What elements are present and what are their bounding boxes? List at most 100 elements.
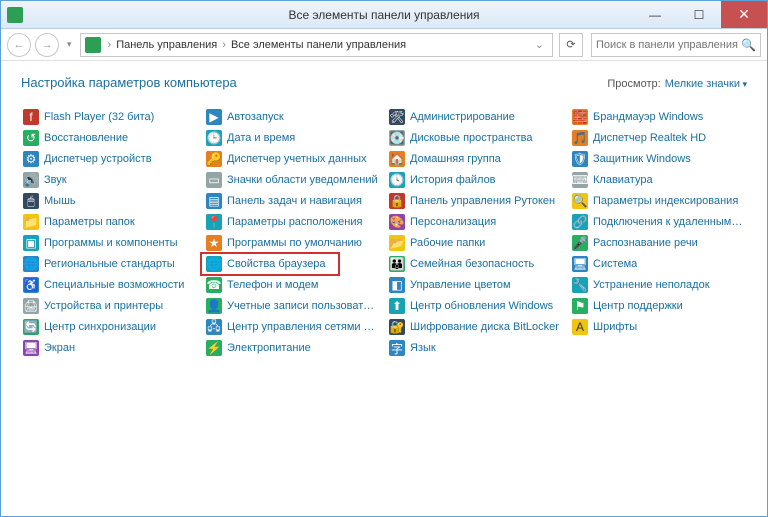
control-panel-item[interactable]: 👪Семейная безопасность	[387, 255, 564, 273]
control-panel-item[interactable]: 🎨Персонализация	[387, 213, 564, 231]
control-panel-item[interactable]: 🔒Панель управления Рутокен	[387, 192, 564, 210]
control-panel-item[interactable]: 👤Учетные записи пользователей	[204, 297, 381, 315]
address-bar[interactable]: › Панель управления › Все элементы панел…	[80, 33, 553, 57]
control-panel-item[interactable]: 📂Рабочие папки	[387, 234, 564, 252]
control-panel-item[interactable]: 🌐Свойства браузера	[204, 255, 381, 273]
item-label: Центр обновления Windows	[410, 300, 553, 312]
control-panel-item[interactable]: 🔐Шифрование диска BitLocker	[387, 318, 564, 336]
item-label: Устройства и принтеры	[44, 300, 163, 312]
item-icon: 🔒	[389, 193, 405, 209]
item-label: Система	[593, 258, 637, 270]
item-label: Параметры расположения	[227, 216, 362, 228]
item-icon: 🔊	[23, 172, 39, 188]
search-input[interactable]	[596, 39, 741, 51]
maximize-button[interactable]: ☐	[677, 1, 721, 28]
control-panel-item[interactable]: 📍Параметры расположения	[204, 213, 381, 231]
back-button[interactable]: ←	[7, 33, 31, 57]
item-label: Диспетчер учетных данных	[227, 153, 367, 165]
control-panel-item[interactable]: 🖥Система	[570, 255, 747, 273]
control-panel-item[interactable]: 🔑 Диспетчер учетных данных	[204, 150, 381, 168]
window-controls: — ☐ ✕	[633, 1, 767, 28]
control-panel-item[interactable]: 📁Параметры папок	[21, 213, 198, 231]
item-label: Дисковые пространства	[410, 132, 533, 144]
control-panel-item[interactable]: ☎Телефон и модем	[204, 276, 381, 294]
item-icon: 🌐	[23, 256, 39, 272]
page-title: Настройка параметров компьютера	[21, 75, 237, 90]
view-label: Просмотр:	[607, 78, 660, 90]
search-icon: 🔍	[741, 38, 756, 52]
control-panel-item[interactable]: 🎵 Диспетчер Realtek HD	[570, 129, 747, 147]
control-panel-item[interactable]: ↺Восстановление	[21, 129, 198, 147]
control-panel-item[interactable]: ⌨Клавиатура	[570, 171, 747, 189]
control-panel-item[interactable]: ⚙Диспетчер устройств	[21, 150, 198, 168]
item-label: Программы и компоненты	[44, 237, 178, 249]
control-panel-item[interactable]: 🏠Домашняя группа	[387, 150, 564, 168]
control-panel-item[interactable]: 🔄Центр синхронизации	[21, 318, 198, 336]
item-label: Автозапуск	[227, 111, 284, 123]
control-panel-item[interactable]: 🔗Подключения к удаленным рабоч…	[570, 213, 747, 231]
item-label: Брандмауэр Windows	[593, 111, 703, 123]
control-panel-item[interactable]: ◧Управление цветом	[387, 276, 564, 294]
control-panel-item[interactable]: 🎤Распознавание речи	[570, 234, 747, 252]
item-icon: ↺	[23, 130, 39, 146]
control-panel-item[interactable]: 🛠Администрирование	[387, 108, 564, 126]
control-panel-item[interactable]: ★Программы по умолчанию	[204, 234, 381, 252]
control-panel-item[interactable]: ⚑Центр поддержки	[570, 297, 747, 315]
item-label: Дата и время	[227, 132, 295, 144]
control-panel-item[interactable]: 🖧Центр управления сетями и общи…	[204, 318, 381, 336]
history-dropdown-icon[interactable]: ▾	[63, 39, 76, 50]
refresh-button[interactable]: ⟳	[559, 33, 583, 57]
control-panel-item[interactable]: 🌐 Региональные стандарты	[21, 255, 198, 273]
minimize-button[interactable]: —	[633, 1, 677, 28]
item-icon: 🎵	[572, 130, 588, 146]
control-panel-item[interactable]: 🖥Экран	[21, 339, 198, 357]
item-label: Программы по умолчанию	[227, 237, 362, 249]
item-icon: 💽	[389, 130, 405, 146]
control-panel-item[interactable]: 🔍Параметры индексирования	[570, 192, 747, 210]
item-icon: 🎨	[389, 214, 405, 230]
item-label: Свойства браузера	[227, 258, 326, 270]
item-icon: 🖥	[23, 340, 39, 356]
item-label: Рабочие папки	[410, 237, 485, 249]
item-icon: 👪	[389, 256, 405, 272]
close-button[interactable]: ✕	[721, 1, 767, 28]
control-panel-item[interactable]: ▭Значки области уведомлений	[204, 171, 381, 189]
view-selector[interactable]: Мелкие значки	[665, 78, 747, 90]
forward-button[interactable]: →	[35, 33, 59, 57]
control-panel-item[interactable]: ⬆Центр обновления Windows	[387, 297, 564, 315]
control-panel-item[interactable]: ▤Панель задач и навигация	[204, 192, 381, 210]
control-panel-item[interactable]: 🔊Звук	[21, 171, 198, 189]
item-icon: ⚙	[23, 151, 39, 167]
header-row: Настройка параметров компьютера Просмотр…	[21, 75, 747, 90]
item-label: Центр поддержки	[593, 300, 683, 312]
item-label: Диспетчер Realtek HD	[593, 132, 706, 144]
item-icon: ♿	[23, 277, 39, 293]
control-panel-item[interactable]: 🔧Устранение неполадок	[570, 276, 747, 294]
item-icon: 🧱	[572, 109, 588, 125]
control-panel-item[interactable]: 🧱 Брандмауэр Windows	[570, 108, 747, 126]
control-panel-item[interactable]: ▣ Программы и компоненты	[21, 234, 198, 252]
item-icon: 🔑	[206, 151, 222, 167]
control-panel-item[interactable]: 🖨Устройства и принтеры	[21, 297, 198, 315]
item-label: Flash Player (32 бита)	[44, 111, 154, 123]
control-panel-item[interactable]: 🖱Мышь	[21, 192, 198, 210]
control-panel-item[interactable]: ▶Автозапуск	[204, 108, 381, 126]
control-panel-item[interactable]: 💽 Дисковые пространства	[387, 129, 564, 147]
control-panel-item[interactable]: ♿Специальные возможности	[21, 276, 198, 294]
control-panel-item[interactable]: 🛡Защитник Windows	[570, 150, 747, 168]
address-dropdown-icon[interactable]: ⌄	[531, 38, 548, 51]
item-label: Региональные стандарты	[44, 258, 175, 270]
window-title: Все элементы панели управления	[288, 8, 479, 22]
control-panel-item[interactable]: 🕒Дата и время	[204, 129, 381, 147]
control-panel-item[interactable]: 字Язык	[387, 339, 564, 357]
item-icon: ▣	[23, 235, 39, 251]
control-panel-item[interactable]: AШрифты	[570, 318, 747, 336]
search-box[interactable]: 🔍	[591, 33, 761, 57]
control-panel-item[interactable]: 🕓История файлов	[387, 171, 564, 189]
item-label: Мышь	[44, 195, 76, 207]
breadcrumb-root[interactable]: Панель управления	[116, 39, 217, 51]
item-label: Телефон и модем	[227, 279, 318, 291]
control-panel-item[interactable]: fFlash Player (32 бита)	[21, 108, 198, 126]
control-panel-item[interactable]: ⚡Электропитание	[204, 339, 381, 357]
breadcrumb-current[interactable]: Все элементы панели управления	[231, 39, 406, 51]
